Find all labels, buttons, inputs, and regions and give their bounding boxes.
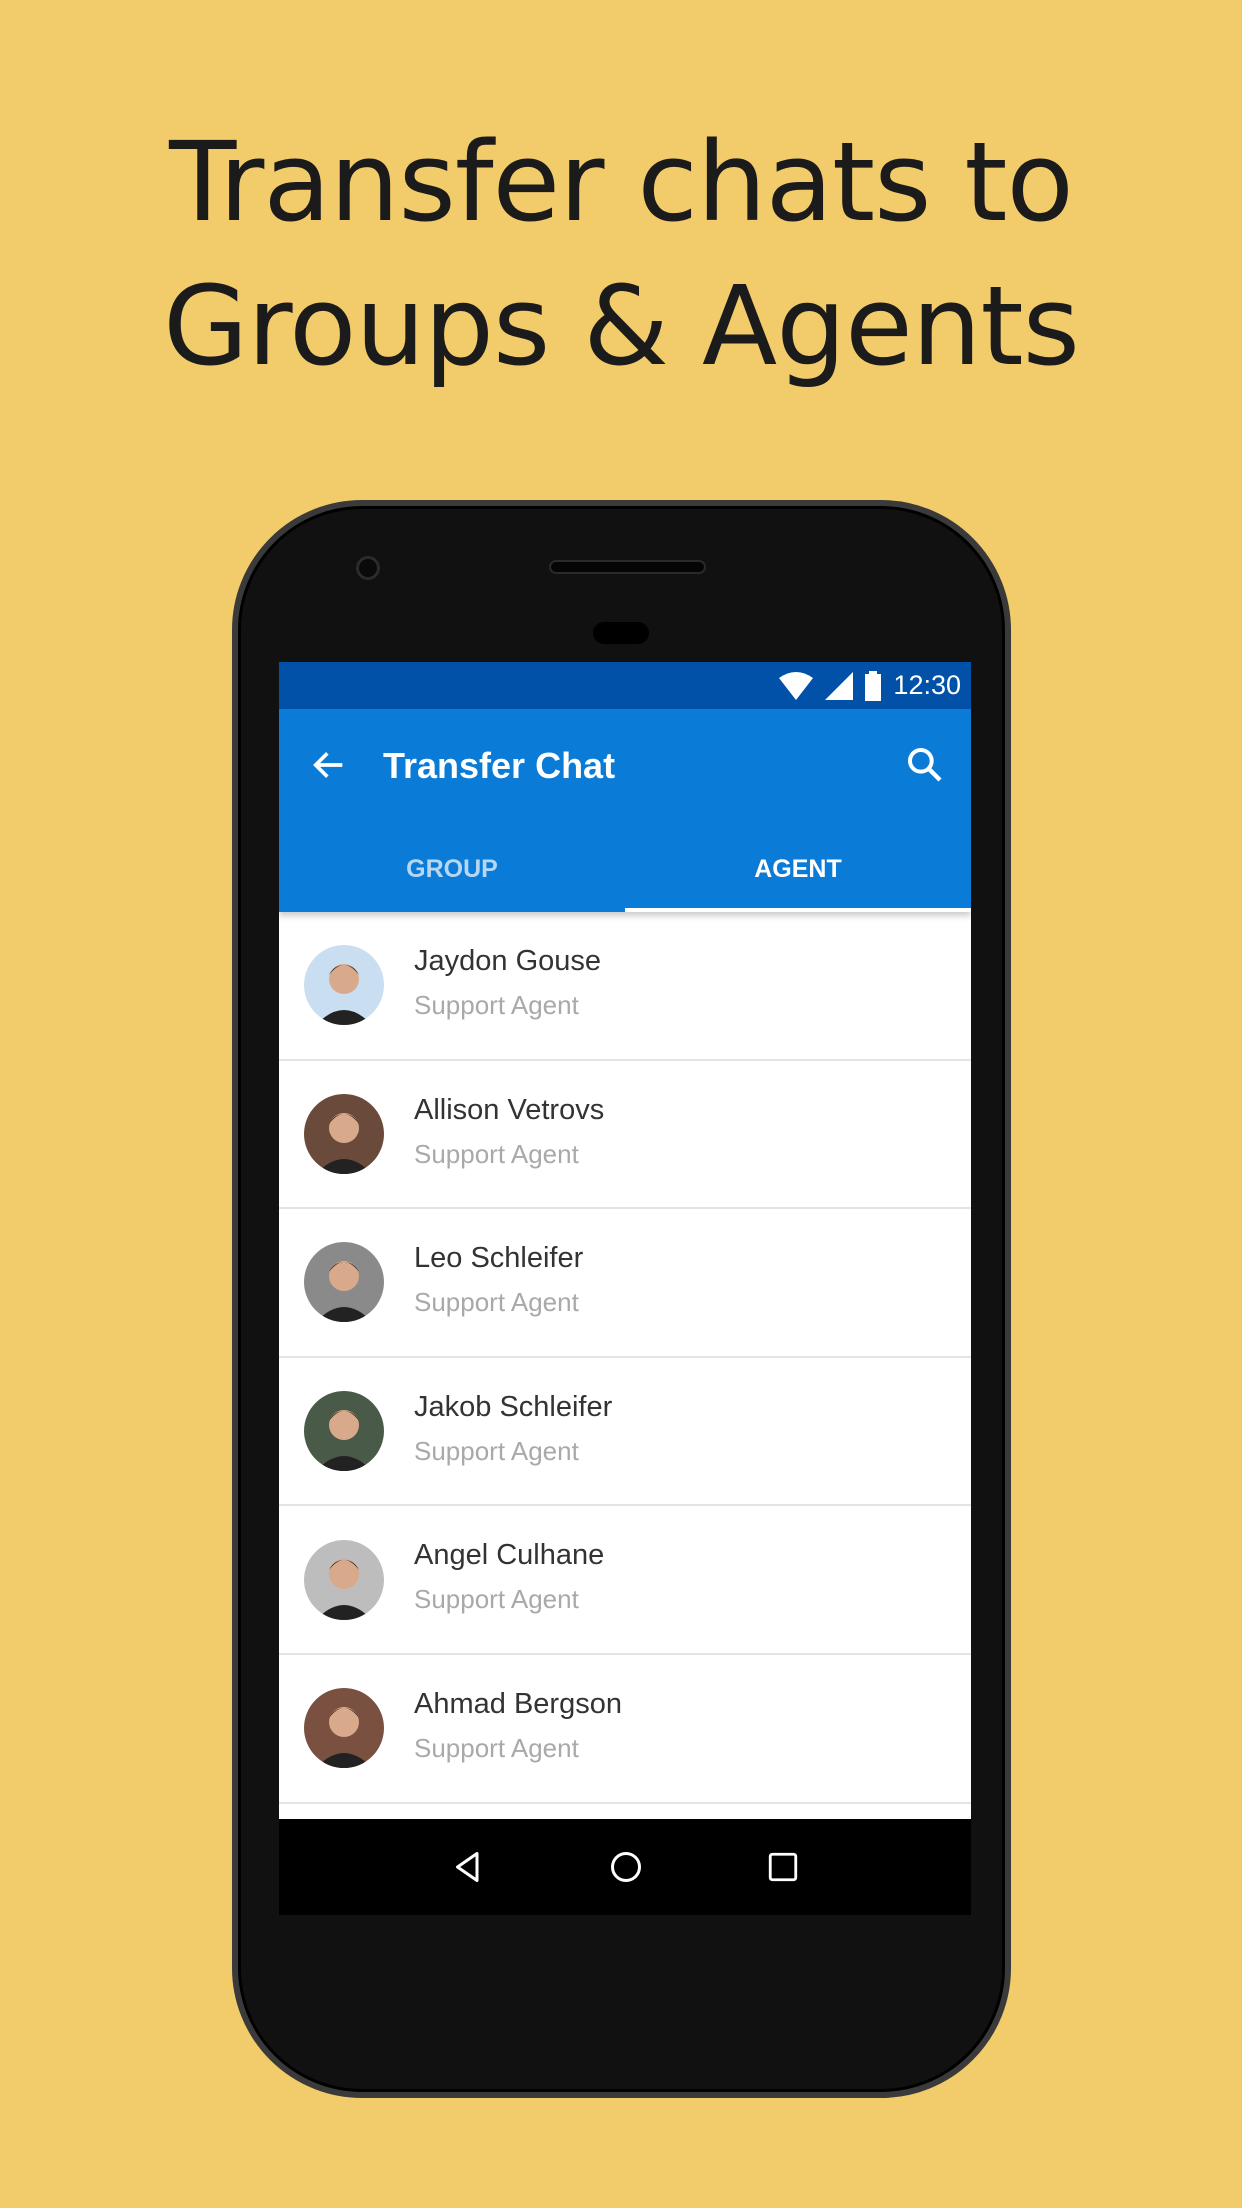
agent-name: Leo Schleifer (414, 1242, 584, 1275)
headline-line-2: Groups & Agents (163, 262, 1080, 390)
agent-role: Support Agent (414, 1138, 579, 1169)
agent-list: Jaydon Gouse Support Agent Allison Vetro… (279, 912, 971, 1804)
agent-role: Support Agent (414, 1435, 579, 1466)
agent-list-item[interactable]: Angel Culhane Support Agent (279, 1506, 971, 1655)
person-icon (316, 1261, 372, 1323)
signal-icon (825, 671, 854, 700)
app-bar: Transfer Chat GROUP AGENT (279, 709, 971, 912)
tab-group[interactable]: GROUP (279, 832, 625, 912)
front-camera (356, 556, 380, 580)
recents-square-icon[interactable] (766, 1850, 800, 1884)
avatar (304, 1391, 384, 1472)
earpiece-speaker (549, 560, 706, 574)
navigation-bar (279, 1819, 971, 1915)
agent-list-item[interactable]: Allison Vetrovs Support Agent (279, 1061, 971, 1210)
tab-bar: GROUP AGENT (279, 832, 971, 912)
phone-screen: 12:30 Transfer Chat GROUP AGENT Jaydon G… (279, 662, 971, 1915)
person-icon (316, 1558, 372, 1620)
agent-role: Support Agent (414, 1584, 579, 1615)
agent-role: Support Agent (414, 1732, 579, 1763)
headline: Transfer chats to Groups & Agents (0, 110, 1242, 398)
back-triangle-icon[interactable] (450, 1849, 486, 1885)
headline-line-1: Transfer chats to (169, 118, 1074, 246)
agent-name: Jaydon Gouse (414, 945, 602, 977)
avatar (304, 945, 384, 1026)
agent-name: Jakob Schleifer (414, 1390, 613, 1423)
agent-name: Angel Culhane (414, 1539, 605, 1572)
agent-role: Support Agent (414, 990, 579, 1020)
wifi-icon (779, 671, 814, 700)
agent-list-item[interactable]: Ahmad Bergson Support Agent (279, 1655, 971, 1804)
avatar (304, 1688, 384, 1769)
agent-list-item[interactable]: Leo Schleifer Support Agent (279, 1209, 971, 1358)
avatar (304, 1242, 384, 1323)
tab-agent[interactable]: AGENT (625, 832, 971, 912)
agent-name: Ahmad Bergson (414, 1687, 622, 1720)
person-icon (316, 964, 372, 1026)
agent-list-item[interactable]: Jakob Schleifer Support Agent (279, 1358, 971, 1507)
status-bar: 12:30 (279, 662, 971, 709)
status-time: 12:30 (893, 670, 961, 700)
avatar (304, 1093, 384, 1174)
battery-icon (865, 670, 882, 701)
person-icon (316, 1112, 372, 1174)
person-icon (316, 1410, 372, 1472)
agent-list-item[interactable]: Jaydon Gouse Support Agent (279, 912, 971, 1061)
agent-role: Support Agent (414, 1287, 579, 1318)
agent-name: Allison Vetrovs (414, 1093, 605, 1126)
home-circle-icon[interactable] (608, 1849, 644, 1885)
search-icon[interactable] (905, 745, 945, 785)
arrow-left-icon[interactable] (309, 745, 349, 785)
page-title: Transfer Chat (383, 745, 616, 786)
proximity-sensor (593, 622, 649, 644)
person-icon (316, 1707, 372, 1769)
avatar (304, 1539, 384, 1620)
